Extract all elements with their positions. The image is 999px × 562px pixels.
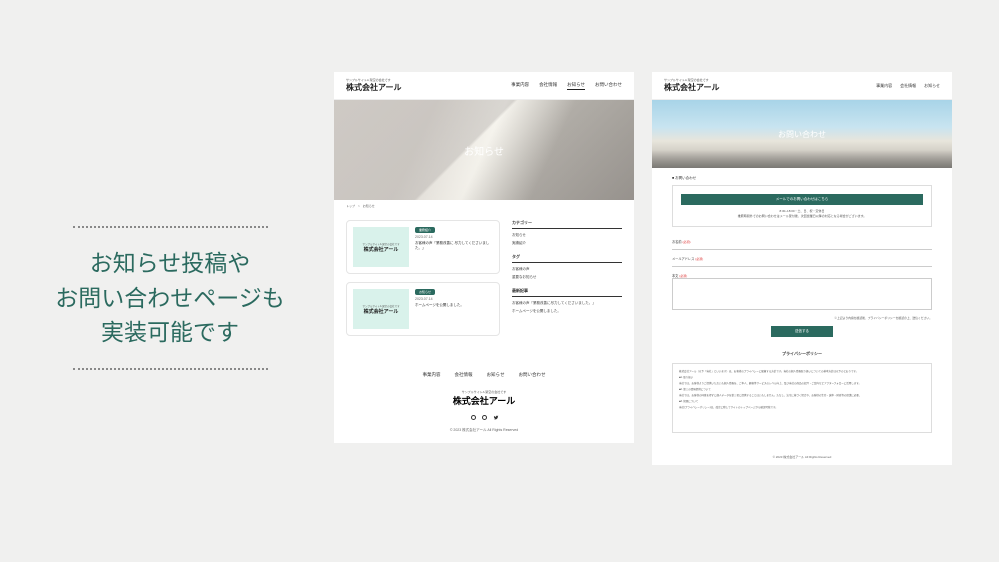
nav-news[interactable]: お知らせ	[924, 83, 940, 89]
body-textarea[interactable]	[672, 278, 932, 310]
sidebar: カテゴリー お知らせ 実績紹介 タグ お客様の声 重要なお知らせ 最新記事 お客…	[512, 220, 622, 344]
name-label: お名前 (必須)	[672, 240, 690, 244]
footer-nav-item[interactable]: お問い合わせ	[518, 372, 545, 378]
post-date: 2023.07.14	[415, 235, 493, 239]
name-input[interactable]	[672, 244, 932, 250]
divider-top	[73, 226, 268, 228]
sidebar-link[interactable]: 実績紹介	[512, 241, 622, 246]
post-date: 2023.07.14	[415, 297, 493, 301]
nav-company[interactable]: 会社情報	[900, 83, 916, 89]
twitter-icon[interactable]	[493, 415, 498, 420]
logo-text: 株式会社アール	[664, 82, 720, 93]
social-links	[334, 415, 634, 420]
feature-heading: お知らせ投稿や お問い合わせページも 実装可能です	[40, 246, 300, 350]
logo[interactable]: サンプルサイトA 架空の会社です 株式会社アール	[346, 78, 402, 93]
divider-bottom	[73, 368, 268, 370]
sidebar-tag-heading: タグ	[512, 254, 622, 263]
news-thumbnail: サンプルサイトA 架空の会社です 株式会社アール	[353, 227, 409, 267]
category-badge: お知らせ	[415, 289, 435, 295]
privacy-heading: プライバシーポリシー	[672, 351, 932, 357]
news-mockup: サンプルサイトA 架空の会社です 株式会社アール 事業内容 会社情報 お知らせ …	[334, 72, 634, 443]
logo-text: 株式会社アール	[346, 82, 402, 93]
news-list: サンプルサイトA 架空の会社です 株式会社アール 業務紹介 2023.07.14…	[346, 220, 500, 344]
post-excerpt: ホームページを公開しました。	[415, 303, 493, 308]
sidebar-link[interactable]: お客様の声	[512, 267, 622, 272]
body-label: 本文 (必須)	[672, 274, 687, 278]
site-footer: 事業内容 会社情報 お知らせ お問い合わせ サンプルサイトA 架空の会社です 株…	[334, 362, 634, 443]
sidebar-link[interactable]: お知らせ	[512, 233, 622, 238]
category-badge: 業務紹介	[415, 227, 435, 233]
news-thumbnail: サンプルサイトA 架空の会社です 株式会社アール	[353, 289, 409, 329]
form-consent-note: ※上記より内容を確認後、プライバシーポリシーを確認の上、送信ください。	[672, 316, 932, 320]
instagram-icon[interactable]	[482, 415, 487, 420]
main-nav: 事業内容 会社情報 お知らせ お問い合わせ	[511, 82, 622, 90]
hero-banner: お知らせ	[334, 100, 634, 200]
contact-mockup: サンプルサイトA 架空の会社です 株式会社アール 事業内容 会社情報 お知らせ …	[652, 72, 952, 465]
feature-caption: お知らせ投稿や お問い合わせページも 実装可能です	[40, 226, 300, 370]
nav-contact[interactable]: お問い合わせ	[595, 82, 622, 90]
privacy-policy-box[interactable]: 株式会社アール（以下「当社」といいます）は、お客様のプライバシーに配慮する方針で…	[672, 363, 932, 433]
page-title: お問い合わせ	[778, 129, 826, 140]
nav-news[interactable]: お知らせ	[567, 82, 585, 90]
copyright: © 2023 株式会社アール All Rights Reserved	[652, 445, 952, 465]
breadcrumb: トップ > お知らせ	[334, 200, 634, 212]
footer-nav-item[interactable]: 事業内容	[423, 372, 441, 378]
footer-nav: 事業内容 会社情報 お知らせ お問い合わせ	[334, 372, 634, 378]
footer-nav-item[interactable]: 会社情報	[455, 372, 473, 378]
logo[interactable]: サンプルサイトA 架空の会社です 株式会社アール	[664, 78, 720, 93]
mail-banner: メールでのお問い合わせはこちら	[681, 194, 923, 205]
section-label: ■ お問い合わせ	[672, 176, 932, 181]
sidebar-link[interactable]: ホームページを公開しました。	[512, 309, 622, 314]
nav-company[interactable]: 会社情報	[539, 82, 557, 90]
mail-info-box: メールでのお問い合わせはこちら 8:30~18:00・土、日、祝・定休日 推薦時…	[672, 185, 932, 227]
site-header: サンプルサイトA 架空の会社です 株式会社アール 事業内容 会社情報 お知らせ …	[334, 72, 634, 100]
email-label: メールアドレス (必須)	[672, 257, 703, 261]
footer-nav-item[interactable]: お知らせ	[487, 372, 505, 378]
news-card[interactable]: サンプルサイトA 架空の会社です 株式会社アール 業務紹介 2023.07.14…	[346, 220, 500, 274]
nav-business[interactable]: 事業内容	[511, 82, 529, 90]
site-header: サンプルサイトA 架空の会社です 株式会社アール 事業内容 会社情報 お知らせ	[652, 72, 952, 100]
hero-banner: お問い合わせ	[652, 100, 952, 168]
post-excerpt: お客様の声「業務改善に 尽力してくださいました。」	[415, 241, 493, 251]
news-card[interactable]: サンプルサイトA 架空の会社です 株式会社アール お知らせ 2023.07.14…	[346, 282, 500, 336]
sidebar-link[interactable]: 重要なお知らせ	[512, 275, 622, 280]
sidebar-category-heading: カテゴリー	[512, 220, 622, 229]
page-title: お知らせ	[464, 143, 504, 158]
facebook-icon[interactable]	[471, 415, 476, 420]
email-input[interactable]	[672, 261, 932, 267]
submit-button[interactable]: 送信する	[771, 326, 833, 337]
nav-business[interactable]: 事業内容	[876, 83, 892, 89]
sidebar-link[interactable]: お客様の声「業務改善に尽力してくださいました。」	[512, 301, 622, 306]
main-nav: 事業内容 会社情報 お知らせ	[876, 83, 940, 89]
mail-note: 推薦時間外でのお問い合わせはメール受付後、次回営業日以降の対応となる場合がござい…	[681, 214, 923, 219]
footer-logo: 株式会社アール	[334, 394, 634, 407]
sidebar-recent-heading: 最新記事	[512, 288, 622, 297]
copyright: © 2023 株式会社アール All Rights Reserved	[334, 428, 634, 433]
